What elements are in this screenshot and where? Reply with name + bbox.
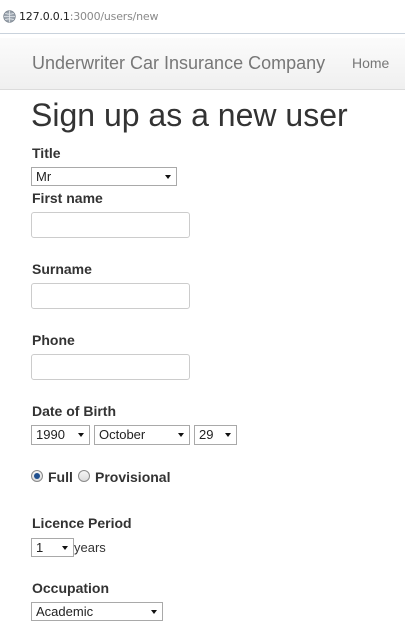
licence-period-select[interactable]: 1 [31, 538, 74, 557]
licence-provisional-label: Provisional [95, 469, 171, 485]
chevron-down-icon [151, 610, 157, 614]
occupation-value: Academic [36, 604, 94, 619]
licence-full-radio[interactable] [31, 470, 43, 482]
title-select[interactable]: Mr [31, 167, 177, 186]
browser-address-bar[interactable]: 127.0.0.1:3000/users/new [0, 0, 405, 34]
dob-year-value: 1990 [36, 427, 65, 442]
title-select-value: Mr [36, 169, 52, 184]
phone-input[interactable] [31, 354, 190, 380]
licence-period-value: 1 [36, 540, 44, 555]
chevron-down-icon [62, 546, 68, 550]
chevron-down-icon [225, 433, 231, 437]
brand-link[interactable]: Underwriter Car Insurance Company [32, 53, 325, 74]
globe-icon [3, 10, 16, 23]
surname-input[interactable] [31, 283, 190, 309]
dob-year-select[interactable]: 1990 [31, 425, 90, 445]
first-name-input[interactable] [31, 212, 190, 238]
dob-label: Date of Birth [32, 403, 116, 419]
chevron-down-icon [165, 175, 171, 179]
licence-period-label: Licence Period [32, 515, 132, 531]
url-path: :3000/users/new [69, 10, 159, 23]
first-name-label: First name [32, 190, 103, 206]
top-navbar: Underwriter Car Insurance Company Home [0, 38, 405, 90]
chevron-down-icon [178, 433, 184, 437]
dob-month-select[interactable]: October [94, 425, 190, 445]
phone-label: Phone [32, 332, 75, 348]
dob-month-value: October [99, 427, 146, 442]
nav-home-link[interactable]: Home [352, 55, 389, 71]
surname-label: Surname [32, 261, 92, 277]
licence-provisional-radio[interactable] [78, 470, 90, 482]
occupation-select[interactable]: Academic [31, 602, 163, 621]
url-host: 127.0.0.1 [19, 10, 70, 23]
occupation-label: Occupation [32, 580, 110, 596]
licence-full-label: Full [48, 469, 73, 485]
title-label: Title [32, 145, 61, 161]
dob-day-value: 29 [199, 427, 214, 442]
dob-day-select[interactable]: 29 [194, 425, 237, 445]
page-title: Sign up as a new user [31, 97, 348, 133]
chevron-down-icon [78, 433, 84, 437]
url-text[interactable]: 127.0.0.1:3000/users/new [19, 10, 158, 23]
licence-period-unit: years [74, 540, 106, 555]
